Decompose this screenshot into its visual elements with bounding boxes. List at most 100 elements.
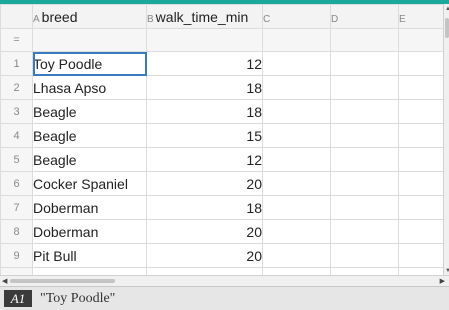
empty-cell[interactable] [262,147,331,172]
empty-cell[interactable] [398,75,443,100]
vertical-scroll-thumb[interactable] [445,18,449,38]
cell-breed[interactable]: Pit Bull [32,243,147,268]
empty-cell[interactable] [330,219,399,244]
empty-cell[interactable] [330,195,399,220]
empty-cell[interactable] [330,123,399,148]
empty-cell[interactable] [32,267,147,275]
row-number[interactable]: 3 [0,99,33,124]
table-row: 4 Beagle 15 [0,123,443,148]
empty-cell[interactable] [262,267,331,275]
formula-cell[interactable] [146,28,263,52]
column-name: breed [41,8,78,25]
table-row: 9 Pit Bull 20 [0,243,443,268]
row-number[interactable]: 2 [0,75,33,100]
empty-cell[interactable] [398,267,443,275]
empty-cell[interactable] [398,51,443,76]
cell-breed[interactable]: Beagle [32,99,147,124]
row-number[interactable]: 9 [0,243,33,268]
empty-cell[interactable] [330,51,399,76]
empty-cell[interactable] [262,75,331,100]
empty-cell[interactable] [262,123,331,148]
horizontal-scroll-thumb[interactable] [10,279,115,283]
formula-cell[interactable] [262,28,331,52]
formula-row-label: = [0,28,33,52]
cell-walk-time[interactable]: 15 [146,123,263,148]
cell-breed[interactable]: Doberman [32,195,147,220]
cell-breed[interactable]: Beagle [32,147,147,172]
row-number[interactable]: 5 [0,147,33,172]
scroll-right-arrow-icon[interactable]: ▶ [440,277,445,285]
column-header-e[interactable]: E [398,4,443,29]
cell-walk-time[interactable]: 12 [146,147,263,172]
row-number[interactable]: 4 [0,123,33,148]
horizontal-scrollbar[interactable]: ◀ ▶ [0,275,449,286]
empty-cell[interactable] [398,171,443,196]
entry-line-content[interactable]: "Toy Poodle" [40,289,115,308]
table-row: 2 Lhasa Apso 18 [0,75,443,100]
table-row: 5 Beagle 12 [0,147,443,172]
empty-cell[interactable] [398,195,443,220]
column-header-d[interactable]: D [330,4,399,29]
cell-breed[interactable]: Lhasa Apso [32,75,147,100]
empty-cell[interactable] [262,195,331,220]
cell-walk-time[interactable]: 20 [146,171,263,196]
empty-cell[interactable] [330,75,399,100]
scroll-up-arrow-icon[interactable]: ▲ [445,6,449,12]
empty-cell[interactable] [262,243,331,268]
empty-cell[interactable] [330,171,399,196]
row-number[interactable]: 6 [0,171,33,196]
formula-row: = [0,28,443,52]
empty-cell[interactable] [398,99,443,124]
column-letter: D [331,13,339,25]
table-row: 3 Beagle 18 [0,99,443,124]
empty-cell[interactable] [398,219,443,244]
cell-breed[interactable]: Cocker Spaniel [32,171,147,196]
spreadsheet-grid: Abreed Bwalk_time_min C D E = 1 Toy Pood… [0,4,443,275]
column-name: walk_time_min [155,8,249,25]
cell-reference-label: A1 [4,290,32,307]
cell-breed[interactable]: Beagle [32,123,147,148]
cell-walk-time[interactable]: 18 [146,195,263,220]
corner-cell[interactable] [0,4,33,29]
empty-cell[interactable] [398,123,443,148]
empty-cell[interactable] [262,171,331,196]
table-row [0,267,443,275]
formula-cell[interactable] [398,28,443,52]
empty-cell[interactable] [262,219,331,244]
formula-cell[interactable] [32,28,147,52]
formula-cell[interactable] [330,28,399,52]
cell-walk-time[interactable]: 12 [146,51,263,76]
table-row: 8 Doberman 20 [0,219,443,244]
table-row: 1 Toy Poodle 12 [0,51,443,76]
scroll-down-arrow-icon[interactable]: ▼ [445,268,449,274]
column-letter: E [399,13,406,25]
empty-cell[interactable] [398,243,443,268]
empty-cell[interactable] [398,147,443,172]
row-number[interactable] [0,267,33,275]
empty-cell[interactable] [330,267,399,275]
cell-breed[interactable]: Doberman [32,219,147,244]
empty-cell[interactable] [330,243,399,268]
entry-line[interactable]: A1 "Toy Poodle" [0,286,449,310]
scroll-left-arrow-icon[interactable]: ◀ [2,277,7,285]
table-row: 7 Doberman 18 [0,195,443,220]
empty-cell[interactable] [330,147,399,172]
column-letter: A [33,13,40,25]
column-header-row: Abreed Bwalk_time_min C D E [0,4,443,29]
column-header-a[interactable]: Abreed [32,4,147,29]
vertical-scrollbar[interactable]: ▲ ▼ [443,4,449,275]
empty-cell[interactable] [146,267,263,275]
empty-cell[interactable] [330,99,399,124]
empty-cell[interactable] [262,99,331,124]
cell-walk-time[interactable]: 20 [146,243,263,268]
row-number[interactable]: 8 [0,219,33,244]
column-header-b[interactable]: Bwalk_time_min [146,4,263,29]
row-number[interactable]: 1 [0,51,33,76]
empty-cell[interactable] [262,51,331,76]
cell-breed[interactable]: Toy Poodle [32,51,147,76]
column-header-c[interactable]: C [262,4,331,29]
row-number[interactable]: 7 [0,195,33,220]
cell-walk-time[interactable]: 18 [146,99,263,124]
cell-walk-time[interactable]: 18 [146,75,263,100]
cell-walk-time[interactable]: 20 [146,219,263,244]
